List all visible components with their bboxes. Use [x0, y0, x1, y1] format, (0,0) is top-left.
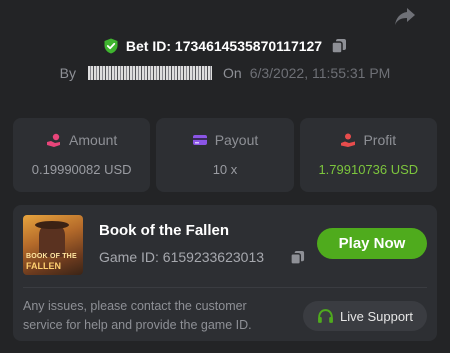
live-support-button[interactable]: Live Support [303, 301, 427, 331]
play-now-button[interactable]: Play Now [317, 228, 427, 259]
stat-payout-label: Payout [214, 132, 259, 148]
obscured-username [88, 66, 213, 80]
coins-hand-icon [47, 133, 61, 147]
wallet-card-icon [192, 135, 207, 145]
copy-game-id-icon[interactable] [290, 250, 305, 265]
headset-icon [318, 308, 333, 323]
stat-amount-value: 0.19990082 USD [31, 162, 132, 177]
stat-profit-label: Profit [363, 132, 397, 148]
bet-stats: Amount 0.19990082 USD Payout 10 x Profit… [13, 118, 437, 192]
game-title: Book of the Fallen [99, 222, 230, 239]
by-label: By [59, 65, 77, 81]
verified-shield-icon [104, 38, 118, 54]
game-id: Game ID: 6159233623013 [99, 249, 264, 265]
live-support-label: Live Support [340, 308, 413, 324]
copy-icon[interactable] [331, 38, 347, 54]
bet-id-value: 1734614535870117127 [174, 38, 323, 54]
bet-date: 6/3/2022, 11:55:31 PM [249, 65, 391, 81]
stat-profit-value: 1.79910736 USD [318, 162, 419, 177]
stat-payout: Payout 10 x [156, 118, 294, 192]
thumbnail-text-line1: BOOK OF THE [26, 253, 77, 260]
bet-id-label: Bet ID: [125, 38, 172, 54]
profit-hand-icon [341, 133, 356, 147]
bet-meta-line: By On 6/3/2022, 11:55:31 PM [0, 64, 450, 82]
on-label: On [223, 65, 242, 81]
share-icon[interactable] [393, 5, 417, 27]
game-id-value: 6159233623013 [162, 249, 265, 265]
stat-payout-value: 10 x [212, 162, 238, 177]
thumbnail-text-line2: FALLEN [26, 261, 61, 271]
divider [23, 287, 427, 288]
game-thumbnail[interactable]: BOOK OF THE FALLEN [23, 215, 83, 275]
bet-id-line: Bet ID: 1734614535870117127 [0, 37, 450, 55]
game-id-label: Game ID: [99, 249, 159, 265]
thumbnail-hat [35, 221, 69, 229]
game-card: BOOK OF THE FALLEN Book of the Fallen Ga… [13, 205, 437, 341]
stat-profit: Profit 1.79910736 USD [299, 118, 437, 192]
stat-amount-label: Amount [69, 132, 118, 148]
stat-amount: Amount 0.19990082 USD [13, 118, 151, 192]
support-notice: Any issues, please contact the customer … [23, 299, 252, 332]
